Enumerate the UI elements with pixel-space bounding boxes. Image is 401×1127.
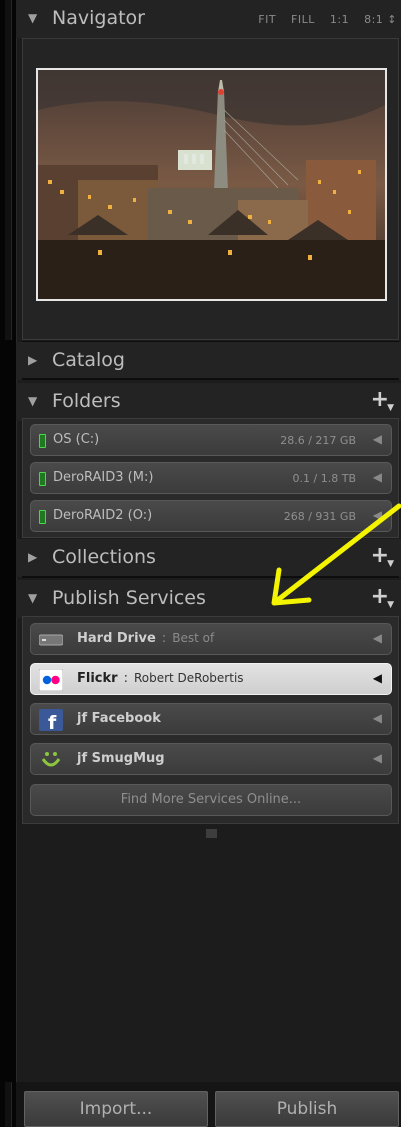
folder-name: DeroRAID2 (O:) — [53, 508, 153, 523]
separator: : — [161, 631, 167, 646]
find-more-label: Find More Services Online... — [120, 792, 302, 807]
folder-row[interactable]: OS (C:) 28.6 / 217 GB ◀ — [30, 424, 392, 456]
disclosure-arrow-icon[interactable]: ◀ — [373, 751, 382, 765]
add-folder-button[interactable]: +▼ — [371, 387, 396, 413]
expand-triangle-icon[interactable]: ▼ — [28, 11, 37, 25]
publish-services-title: Publish Services — [52, 587, 206, 609]
folder-name: OS (C:) — [53, 432, 100, 447]
publish-services-list: Hard Drive: Best of ◀ Flickr: Robert DeRob… — [22, 616, 399, 824]
flickr-icon — [39, 669, 63, 691]
service-name: jf Facebook — [77, 711, 161, 726]
publish-service-row[interactable]: f jf Facebook ◀ — [30, 703, 392, 735]
zoom-fill-option[interactable]: FILL — [291, 13, 315, 26]
folder-size: 0.1 / 1.8 TB — [292, 472, 356, 485]
service-label: Flickr: Robert DeRobertis — [77, 671, 244, 686]
service-collection: Best of — [172, 631, 215, 645]
catalog-title: Catalog — [52, 349, 125, 371]
volume-status-icon — [39, 472, 46, 486]
left-panel-groove-bottom — [5, 1082, 12, 1127]
folders-title: Folders — [52, 390, 121, 412]
service-account: Robert DeRobertis — [133, 671, 244, 685]
folder-name: DeroRAID3 (M:) — [53, 470, 154, 485]
service-name: jf SmugMug — [77, 751, 165, 766]
publish-button[interactable]: Publish — [215, 1091, 399, 1127]
folders-header[interactable]: ▼ Folders +▼ — [16, 383, 401, 421]
city-night-photo — [38, 70, 385, 299]
smugmug-icon — [41, 752, 61, 767]
disclosure-arrow-icon[interactable]: ◀ — [373, 470, 382, 484]
service-label: Hard Drive: Best of — [77, 631, 214, 646]
disclosure-arrow-icon[interactable]: ◀ — [373, 432, 382, 446]
svg-text:f: f — [48, 712, 57, 731]
navigator-header[interactable]: ▼ Navigator FIT FILL 1:1 8:1 ↕ — [16, 0, 401, 38]
publish-service-row[interactable]: Hard Drive: Best of ◀ — [30, 623, 392, 655]
disclosure-arrow-icon[interactable]: ◀ — [373, 631, 382, 645]
volume-status-icon — [39, 510, 46, 524]
volume-status-icon — [39, 434, 46, 448]
zoom-fit-option[interactable]: FIT — [258, 13, 276, 26]
folder-row[interactable]: DeroRAID3 (M:) 0.1 / 1.8 TB ◀ — [30, 462, 392, 494]
separator: : — [123, 671, 128, 686]
yellow-annotation-arrow-icon — [271, 503, 401, 606]
navigator-zoom-options: FIT FILL 1:1 8:1 ↕ — [247, 13, 397, 26]
zoom-1to1-option[interactable]: 1:1 — [330, 13, 349, 26]
collapse-triangle-icon[interactable]: ▶ — [28, 353, 37, 367]
folder-size: 28.6 / 217 GB — [280, 434, 356, 447]
panel-divider — [22, 378, 399, 380]
left-edge-strip — [0, 0, 17, 1127]
publish-service-row[interactable]: jf SmugMug ◀ — [30, 743, 392, 775]
collapse-triangle-icon[interactable]: ▶ — [28, 550, 37, 564]
disclosure-arrow-icon[interactable]: ◀ — [373, 711, 382, 725]
service-name: Hard Drive — [77, 631, 156, 646]
facebook-icon: f — [39, 709, 63, 731]
zoom-custom-option[interactable]: 8:1 ↕ — [364, 13, 397, 26]
find-more-services-button[interactable]: Find More Services Online... — [30, 784, 392, 816]
panel-resize-handle[interactable] — [206, 829, 217, 838]
collections-title: Collections — [52, 546, 156, 568]
expand-triangle-icon[interactable]: ▼ — [28, 591, 37, 605]
left-panel-groove — [5, 0, 12, 340]
navigator-title: Navigator — [52, 7, 145, 29]
disclosure-arrow-icon[interactable]: ◀ — [373, 671, 382, 685]
publish-service-row-selected[interactable]: Flickr: Robert DeRobertis ◀ — [30, 663, 392, 695]
catalog-header[interactable]: ▶ Catalog — [16, 342, 401, 380]
import-button[interactable]: Import... — [24, 1091, 208, 1127]
navigator-preview-image[interactable] — [36, 68, 387, 301]
service-name: Flickr — [77, 671, 118, 686]
hard-drive-icon — [39, 634, 63, 646]
expand-triangle-icon[interactable]: ▼ — [28, 394, 37, 408]
